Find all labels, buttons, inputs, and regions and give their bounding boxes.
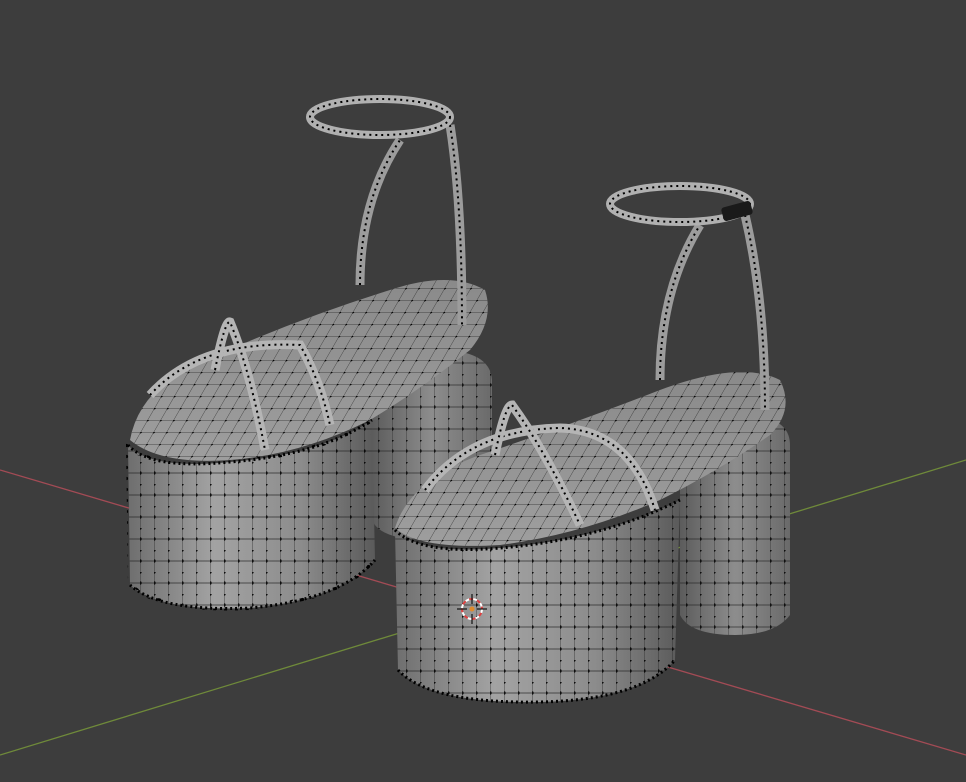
viewport-canvas[interactable] — [0, 0, 966, 782]
3d-viewport[interactable] — [0, 0, 966, 782]
